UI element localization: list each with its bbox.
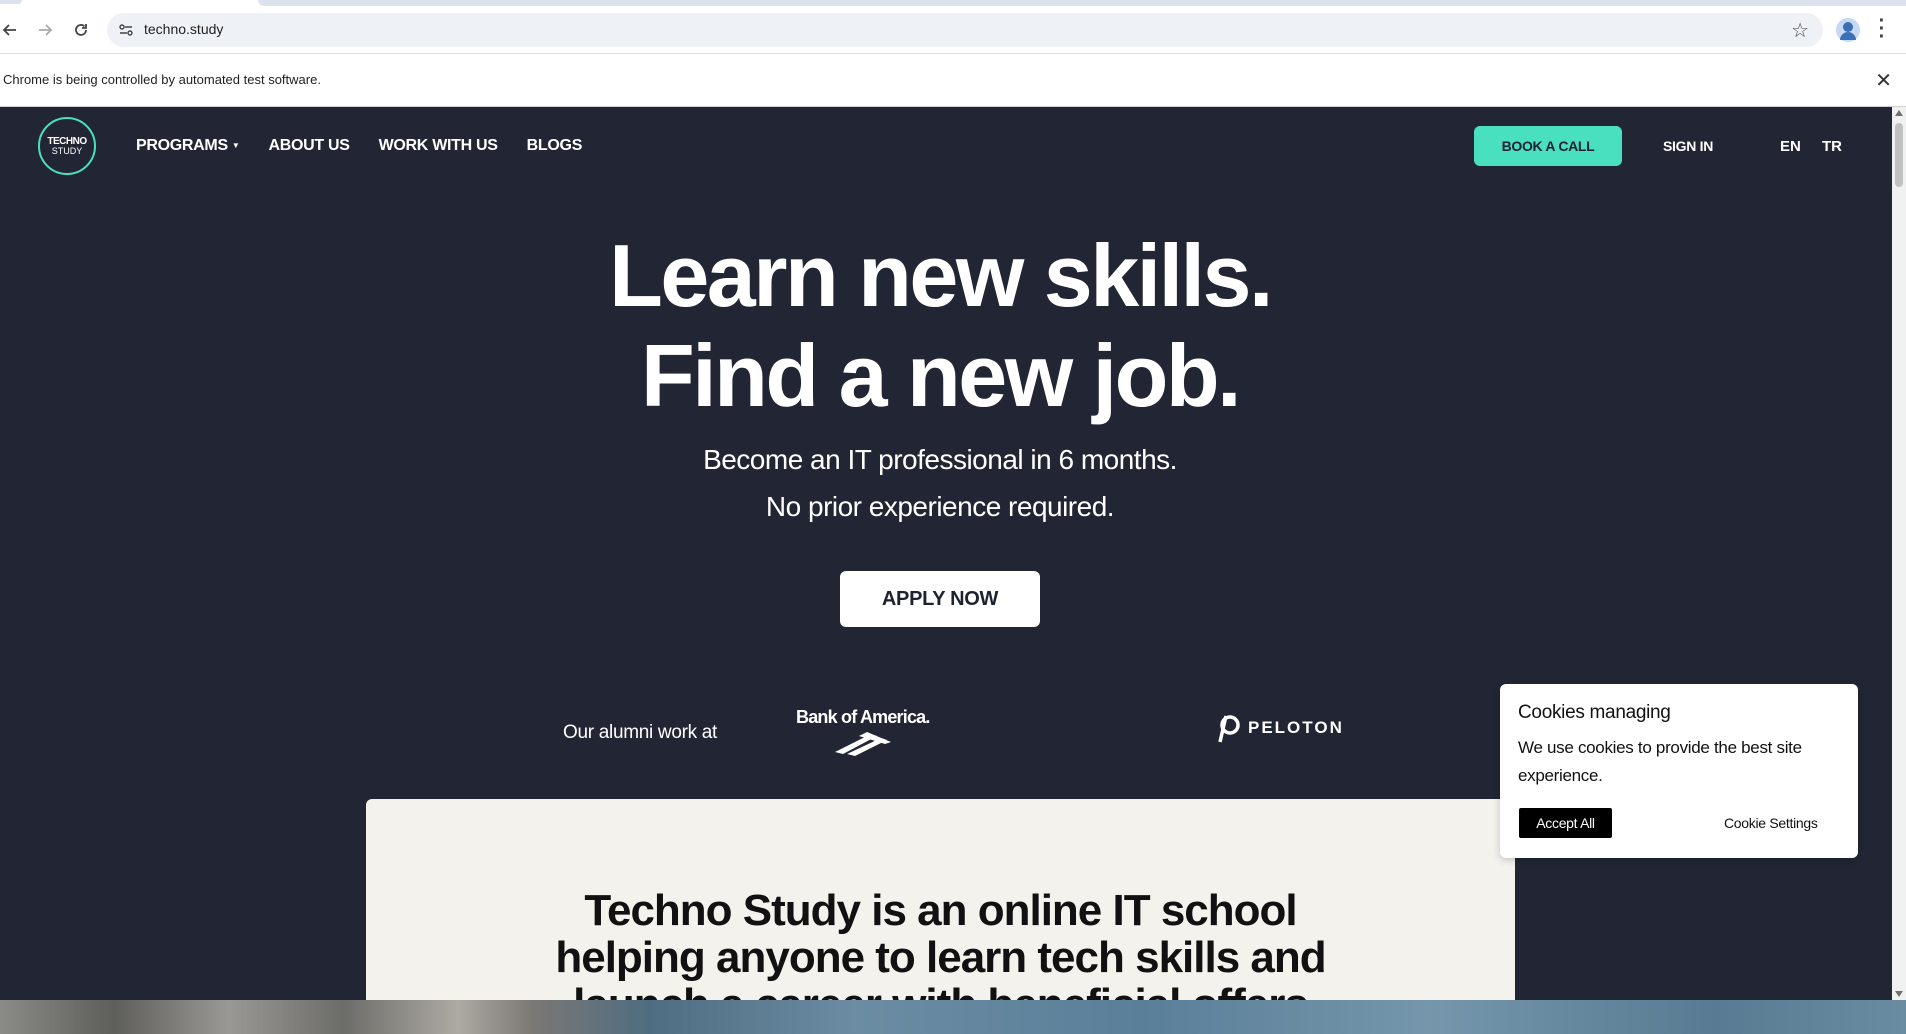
intro-line-3: launch a career with beneficial offers [366,981,1515,1000]
url-text[interactable]: techno.study [144,21,223,37]
lang-en[interactable]: EN [1780,138,1801,155]
intro-line-2: helping anyone to learn tech skills and [555,933,1326,982]
cookie-title: Cookies managing [1518,702,1671,723]
page-viewport: TECHNO STUDY PROGRAMS ▼ ABOUT US WORK WIT… [0,107,1892,1000]
back-arrow-icon[interactable] [0,14,26,46]
cookie-settings-button[interactable]: Cookie Settings [1724,815,1818,831]
tab-active[interactable] [258,0,1906,6]
site-logo[interactable]: TECHNO STUDY [38,117,96,175]
bank-of-america-text: Bank of America. [796,707,930,727]
logo-text-2: STUDY [51,145,83,156]
scroll-down-icon[interactable] [1895,991,1903,997]
main-nav: PROGRAMS ▼ ABOUT US WORK WITH US BLOGS [136,137,611,155]
reload-icon[interactable] [65,14,97,46]
cookie-dialog: Cookies managing We use cookies to provi… [1500,684,1858,858]
nav-blogs[interactable]: BLOGS [527,137,583,155]
background-image-strip [0,1000,1906,1034]
bank-of-america-logo: Bank of America. [796,707,930,761]
tab-strip [0,0,1906,6]
profile-avatar-icon[interactable] [1836,18,1860,42]
intro-heading: Techno Study is an online IT school help… [366,887,1515,1000]
forward-arrow-icon[interactable] [29,14,61,46]
site-settings-icon[interactable] [117,21,135,39]
peloton-mark-icon [1218,715,1240,743]
accept-all-button[interactable]: Accept All [1519,808,1612,838]
peloton-text: PELOTON [1248,718,1344,737]
lang-tr[interactable]: TR [1822,138,1842,155]
sign-in-link[interactable]: SIGN IN [1663,138,1713,154]
hero-subtitle-1: Become an IT professional in 6 months. [703,444,1177,475]
hero-headline-1: Learn new skills. [609,226,1273,325]
scrollbar-thumb[interactable] [1895,123,1903,187]
hero-headline-2: Find a new job. [640,326,1242,425]
nav-about-us[interactable]: ABOUT US [268,137,349,155]
cookie-body: We use cookies to provide the best site … [1518,738,1802,785]
alumni-label: Our alumni work at [563,722,718,743]
address-bar[interactable]: techno.study ☆ [107,13,1823,47]
peloton-logo: PELOTON [1216,712,1344,744]
tab-inactive[interactable] [0,0,22,4]
intro-card: Techno Study is an online IT school help… [366,799,1515,1000]
apply-now-button[interactable]: APPLY NOW [840,571,1040,627]
automation-infobar: Chrome is being controlled by automated … [0,53,1906,107]
intro-line-1: Techno Study is an online IT school [584,886,1297,935]
nav-work-with-us[interactable]: WORK WITH US [379,137,498,155]
book-a-call-button[interactable]: BOOK A CALL [1474,126,1622,166]
browser-toolbar: techno.study ☆ · · · [0,0,1906,53]
caret-down-icon: ▼ [231,141,240,151]
page-scrollbar[interactable] [1892,107,1906,1000]
hero-subtitle-2: No prior experience required. [765,491,1115,522]
bank-of-america-flag-icon [834,732,891,756]
scroll-up-icon[interactable] [1895,110,1903,116]
nav-programs[interactable]: PROGRAMS ▼ [136,137,240,155]
logo-text-1: TECHNO [47,135,87,147]
infobar-close-icon[interactable]: ✕ [1875,68,1892,93]
bookmark-star-icon[interactable]: ☆ [1791,18,1809,43]
nav-programs-label: PROGRAMS [136,137,228,154]
browser-menu-icon[interactable]: · · · [1876,11,1888,47]
infobar-message: Chrome is being controlled by automated … [3,72,321,87]
